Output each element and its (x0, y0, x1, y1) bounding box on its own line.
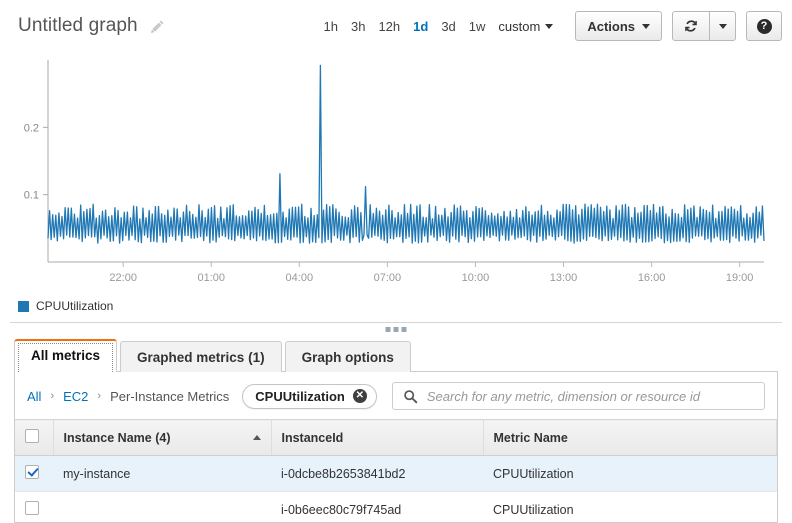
cell-instance-id: i-0b6eec80c79f745ad (271, 492, 483, 523)
tab-graph-options[interactable]: Graph options (285, 341, 411, 372)
breadcrumb-all[interactable]: All (27, 389, 41, 404)
breadcrumb: All › EC2 › Per-Instance Metrics CPUUtil… (15, 372, 777, 419)
svg-text:04:00: 04:00 (286, 272, 314, 284)
svg-text:0.1: 0.1 (24, 190, 39, 202)
svg-text:16:00: 16:00 (638, 272, 666, 284)
tab-graph-options-label: Graph options (302, 350, 394, 365)
cell-metric-name: CPUUtilization (483, 492, 777, 523)
range-12h[interactable]: 12h (378, 19, 400, 34)
table-row[interactable]: i-0b6eec80c79f745ad CPUUtilization (15, 492, 777, 523)
svg-text:10:00: 10:00 (462, 272, 490, 284)
svg-text:13:00: 13:00 (550, 272, 578, 284)
svg-text:19:00: 19:00 (726, 272, 754, 284)
range-3h[interactable]: 3h (351, 19, 365, 34)
breadcrumb-per-instance-metrics[interactable]: Per-Instance Metrics (110, 389, 229, 404)
range-3d[interactable]: 3d (441, 19, 455, 34)
chart-legend: CPUUtilization (0, 297, 792, 313)
graph-header: Untitled graph 1h 3h 12h 1d 3d 1w custom… (0, 0, 792, 52)
chevron-down-icon (719, 24, 727, 29)
panel-divider (0, 322, 792, 340)
breadcrumb-ec2[interactable]: EC2 (63, 389, 88, 404)
cell-instance-name: my-instance (53, 456, 271, 492)
refresh-button-group (672, 11, 736, 41)
tab-graphed-metrics-label: Graphed metrics (1) (137, 350, 265, 365)
cell-instance-name (53, 492, 271, 523)
refresh-dropdown-button[interactable] (710, 11, 736, 41)
svg-text:0.2: 0.2 (24, 122, 39, 134)
tab-all-metrics-label: All metrics (31, 348, 100, 363)
breadcrumb-separator-icon: › (50, 390, 54, 402)
row-checkbox[interactable] (25, 501, 39, 515)
column-header-metric-name-label: Metric Name (494, 431, 568, 445)
refresh-icon (683, 18, 699, 34)
filter-pill-cpuutilization[interactable]: CPUUtilization ✕ (242, 384, 377, 409)
search-input[interactable]: Search for any metric, dimension or reso… (392, 382, 765, 410)
column-header-select-all[interactable] (15, 420, 53, 456)
row-checkbox[interactable] (25, 465, 39, 479)
page-title: Untitled graph (18, 15, 138, 37)
column-header-instance-id-label: InstanceId (282, 431, 344, 445)
range-1h[interactable]: 1h (324, 19, 338, 34)
column-header-instance-name-label: Instance Name (4) (64, 431, 171, 445)
range-custom[interactable]: custom (498, 19, 553, 34)
legend-color-swatch (18, 301, 29, 312)
metric-chart: 0.1 0.2 22:00 01:00 04:00 07:00 10:00 13:00 16:0… (0, 52, 792, 297)
filter-pill-label: CPUUtilization (255, 389, 345, 404)
legend-label[interactable]: CPUUtilization (36, 299, 113, 313)
resize-handle[interactable] (386, 327, 407, 332)
column-header-instance-name[interactable]: Instance Name (4) (53, 420, 271, 456)
breadcrumb-separator-icon: › (97, 390, 101, 402)
refresh-button[interactable] (672, 11, 710, 41)
table-header-row: Instance Name (4) InstanceId Metric Name (15, 420, 777, 456)
range-1w[interactable]: 1w (469, 19, 486, 34)
actions-button[interactable]: Actions (575, 11, 662, 41)
all-metrics-panel: All › EC2 › Per-Instance Metrics CPUUtil… (14, 371, 778, 523)
table-row[interactable]: my-instance i-0dcbe8b2653841bd2 CPUUtili… (15, 456, 777, 492)
divider-line (10, 322, 782, 323)
sort-ascending-icon (253, 435, 261, 440)
column-header-instance-id[interactable]: InstanceId (271, 420, 483, 456)
grip-dot (386, 327, 391, 332)
grip-dot (402, 327, 407, 332)
tab-graphed-metrics[interactable]: Graphed metrics (1) (120, 341, 282, 372)
svg-text:07:00: 07:00 (374, 272, 402, 284)
cell-metric-name: CPUUtilization (483, 456, 777, 492)
chevron-down-icon (642, 24, 650, 29)
pencil-icon[interactable] (150, 19, 165, 34)
column-header-metric-name[interactable]: Metric Name (483, 420, 777, 456)
help-icon: ? (757, 19, 772, 34)
metrics-tabs: All metrics Graphed metrics (1) Graph op… (0, 340, 792, 372)
help-button[interactable]: ? (746, 11, 782, 41)
close-icon[interactable]: ✕ (353, 389, 367, 403)
search-icon (403, 389, 418, 404)
select-all-checkbox[interactable] (25, 429, 39, 443)
metrics-table: Instance Name (4) InstanceId Metric Name… (15, 419, 777, 523)
chevron-down-icon (545, 24, 553, 29)
actions-button-label: Actions (587, 19, 635, 34)
row-checkbox-cell[interactable] (15, 492, 53, 523)
time-range-selector: 1h 3h 12h 1d 3d 1w custom (324, 19, 554, 34)
chart-canvas: 0.1 0.2 22:00 01:00 04:00 07:00 10:00 13:00 16:0… (0, 52, 778, 297)
range-1d[interactable]: 1d (413, 19, 428, 34)
svg-text:01:00: 01:00 (197, 272, 225, 284)
search-placeholder: Search for any metric, dimension or reso… (427, 389, 700, 404)
svg-text:22:00: 22:00 (109, 272, 137, 284)
cell-instance-id: i-0dcbe8b2653841bd2 (271, 456, 483, 492)
grip-dot (394, 327, 399, 332)
row-checkbox-cell[interactable] (15, 456, 53, 492)
tab-all-metrics[interactable]: All metrics (14, 339, 117, 372)
range-custom-label: custom (498, 19, 540, 34)
